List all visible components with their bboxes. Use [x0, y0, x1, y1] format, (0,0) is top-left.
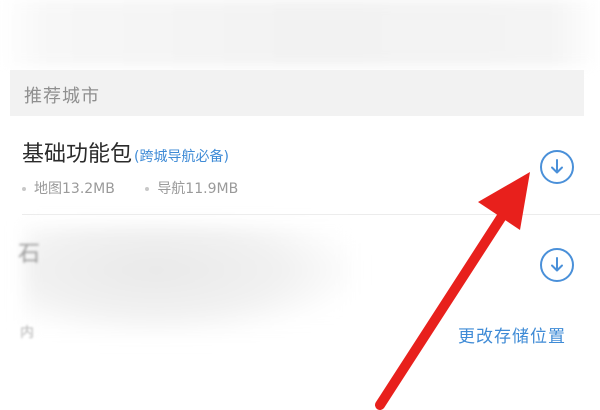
- offline-map-screen: 推荐城市 基础功能包 (跨城导航必备) 地图13.2MB 导航11.9MB 石 内…: [0, 0, 600, 410]
- package-title-line: 基础功能包 (跨城导航必备): [22, 136, 229, 168]
- basic-package-row[interactable]: 基础功能包 (跨城导航必备) 地图13.2MB 导航11.9MB: [0, 118, 600, 214]
- section-header-label: 推荐城市: [24, 86, 100, 107]
- blurred-city-name: 石: [18, 242, 41, 267]
- row-divider: [22, 214, 600, 215]
- download-icon: [551, 159, 563, 174]
- bullet-dot-icon: [145, 187, 150, 191]
- package-meta: 地图13.2MB 导航11.9MB: [22, 178, 264, 198]
- map-size-item: 地图13.2MB: [22, 178, 115, 198]
- package-tag: (跨城导航必备): [134, 149, 229, 165]
- map-size: 地图13.2MB: [34, 181, 115, 197]
- change-storage-location-link[interactable]: 更改存储位置: [458, 322, 566, 347]
- blurred-city-row: [24, 226, 354, 336]
- download-icon: [551, 257, 563, 272]
- blurred-top-area: [0, 0, 600, 66]
- nav-size-item: 导航11.9MB: [145, 178, 238, 198]
- blurred-partial-text: 内: [20, 325, 34, 341]
- section-header: 推荐城市: [10, 70, 584, 116]
- nav-size: 导航11.9MB: [157, 181, 239, 197]
- bullet-dot-icon: [22, 187, 26, 191]
- download-basic-package-button[interactable]: [540, 150, 574, 184]
- package-title: 基础功能包: [22, 142, 133, 167]
- download-city-button[interactable]: [540, 248, 574, 282]
